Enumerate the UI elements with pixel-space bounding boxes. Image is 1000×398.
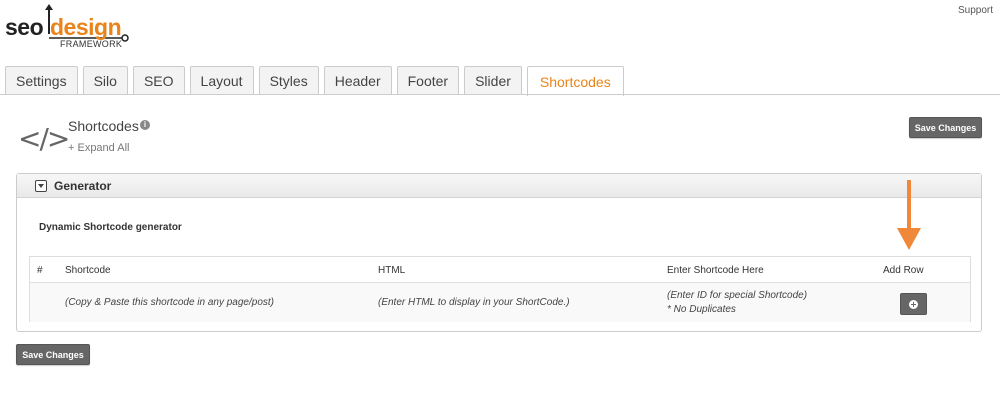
plus-circle-icon	[909, 299, 918, 309]
col-shortcode: Shortcode	[65, 265, 111, 276]
enter-shortcode-hint[interactable]: (Enter ID for special Shortcode)	[667, 290, 807, 301]
tab-layout[interactable]: Layout	[189, 66, 254, 95]
html-cell[interactable]: (Enter HTML to display in your ShortCode…	[378, 297, 570, 308]
generator-subtitle: Dynamic Shortcode generator	[39, 222, 182, 233]
no-duplicates-note: * No Duplicates	[667, 304, 736, 315]
save-changes-button-bottom[interactable]: Save Changes	[16, 344, 90, 365]
tab-silo[interactable]: Silo	[82, 66, 128, 95]
collapse-toggle-icon[interactable]	[35, 179, 47, 192]
tab-bar: Settings Silo SEO Layout Styles Header F…	[5, 66, 629, 96]
code-icon: </>	[18, 122, 70, 155]
tab-seo[interactable]: SEO	[132, 66, 185, 95]
tab-divider	[0, 94, 1000, 95]
table-header-row: # Shortcode HTML Enter Shortcode Here Ad…	[30, 257, 970, 283]
col-add-row: Add Row	[883, 265, 924, 276]
panel-header[interactable]: Generator	[17, 174, 981, 198]
arrow-down-icon	[897, 180, 921, 250]
logo-framework: FRAMEWORK	[60, 39, 123, 49]
save-changes-button-top[interactable]: Save Changes	[909, 117, 982, 138]
page-title: Shortcodes	[68, 118, 139, 134]
tab-footer[interactable]: Footer	[396, 66, 460, 95]
tab-styles[interactable]: Styles	[258, 66, 319, 95]
tab-settings[interactable]: Settings	[5, 66, 78, 95]
col-number: #	[37, 265, 43, 276]
panel-title: Generator	[54, 178, 112, 193]
col-enter-shortcode: Enter Shortcode Here	[667, 265, 764, 276]
logo-seo: seo	[5, 14, 44, 40]
table-row: (Copy & Paste this shortcode in any page…	[30, 283, 970, 322]
info-icon[interactable]: i	[140, 120, 150, 130]
shortcode-table: # Shortcode HTML Enter Shortcode Here Ad…	[29, 256, 971, 322]
logo-design: design	[50, 14, 122, 40]
add-row-button[interactable]	[900, 293, 927, 315]
tab-slider[interactable]: Slider	[464, 66, 522, 95]
generator-panel: Generator Dynamic Shortcode generator # …	[16, 173, 982, 332]
tab-shortcodes[interactable]: Shortcodes	[526, 66, 624, 96]
logo[interactable]: seo design FRAMEWORK	[5, 4, 130, 56]
shortcode-cell[interactable]: (Copy & Paste this shortcode in any page…	[65, 297, 274, 308]
col-html: HTML	[378, 265, 406, 276]
tab-header[interactable]: Header	[323, 66, 392, 95]
expand-all-link[interactable]: + Expand All	[68, 142, 129, 154]
support-link[interactable]: Support	[958, 5, 993, 16]
